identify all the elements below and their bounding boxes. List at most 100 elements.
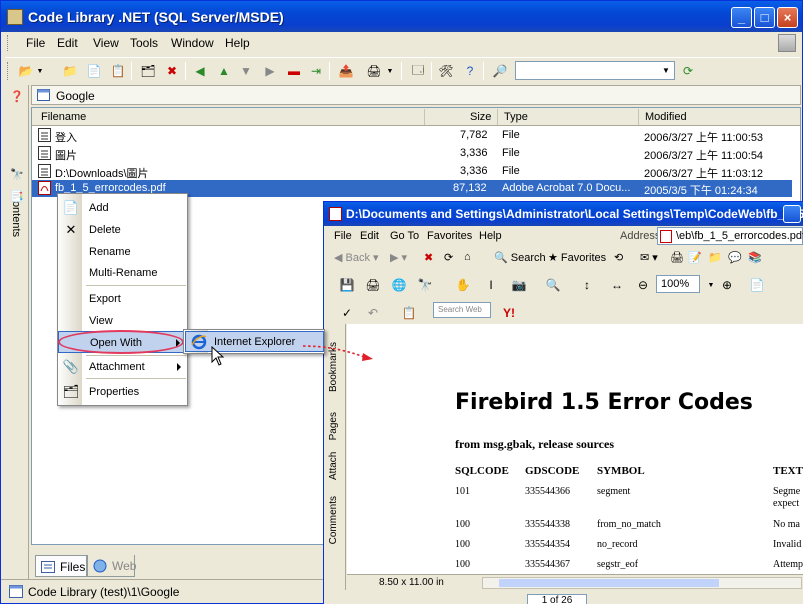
window-icon[interactable]: 🗔	[409, 62, 427, 80]
column-filename[interactable]: Filename	[41, 111, 86, 123]
tools-icon[interactable]: 🛠	[437, 62, 455, 80]
pdf-menu-edit[interactable]: Edit	[360, 230, 379, 242]
column-type[interactable]: Type	[504, 111, 528, 123]
back-button[interactable]: ◀ Back ▾	[334, 251, 379, 264]
binoculars-icon[interactable]: 🔭	[8, 165, 26, 183]
down-icon[interactable]: ▼	[237, 62, 255, 80]
page-indicator[interactable]: 1 of 26	[527, 594, 587, 604]
table-row[interactable]: D:\Downloads\圖片 3,336 File 2006/3/27 上午 …	[32, 163, 792, 180]
menu-tools[interactable]: Tools	[130, 36, 158, 50]
remove-icon[interactable]: ▬	[285, 62, 303, 80]
favorites-button[interactable]: ★ Favorites	[548, 251, 606, 264]
home-icon[interactable]: ⌂	[464, 251, 471, 263]
close-button[interactable]: ×	[777, 7, 798, 28]
menu-view[interactable]: View	[93, 36, 119, 50]
search-page-icon[interactable]: 🔎	[491, 62, 509, 80]
menu-edit[interactable]: Edit	[57, 36, 78, 50]
favorites-icon[interactable]: 📑	[8, 187, 26, 205]
forward-button[interactable]: ▶ ▾	[390, 251, 407, 264]
search-combo[interactable]: ▼	[515, 61, 675, 80]
maximize-button[interactable]: □	[754, 7, 775, 28]
chevron-down-icon[interactable]: ▼	[659, 63, 673, 78]
pdf-menu-favorites[interactable]: Favorites	[427, 230, 472, 242]
location-bar[interactable]: Google	[31, 85, 801, 105]
delete-icon[interactable]: ✖	[163, 62, 181, 80]
move-icon[interactable]: ⇥	[307, 62, 325, 80]
hand-tool-icon[interactable]: ✋	[454, 276, 472, 294]
menu-add[interactable]: 📄 Add	[58, 197, 187, 219]
undo-icon[interactable]: ↶	[364, 304, 382, 322]
horizontal-scrollbar[interactable]	[482, 577, 802, 589]
snapshot-icon[interactable]: 📷	[510, 276, 528, 294]
tab-files[interactable]: Files	[35, 555, 87, 577]
edit-icon[interactable]: 📝	[688, 251, 702, 264]
help-icon[interactable]: ?	[461, 62, 479, 80]
menu-view[interactable]: View	[58, 310, 187, 332]
pdf-menu-file[interactable]: File	[334, 230, 352, 242]
copy-icon[interactable]: 📋	[400, 304, 418, 322]
page-icon[interactable]: 📄	[85, 62, 103, 80]
rotate-icon[interactable]: 📄	[748, 276, 766, 294]
go-icon[interactable]: ⟳	[679, 62, 697, 80]
table-row[interactable]: 登入 7,782 File 2006/3/27 上午 11:00:53	[32, 127, 792, 144]
menu-rename[interactable]: Rename	[58, 241, 187, 263]
new-item-icon[interactable]: 🗂	[139, 62, 157, 80]
pdf-title-bar[interactable]: D:\Documents and Settings\Administrator\…	[324, 202, 803, 226]
mail-icon[interactable]: ✉ ▾	[640, 251, 658, 264]
copy-icon[interactable]: 📋	[109, 62, 127, 80]
back-icon[interactable]: ◀	[191, 62, 209, 80]
tab-attachments[interactable]: Attachments	[328, 452, 339, 480]
yahoo-icon[interactable]: Y!	[500, 304, 518, 322]
new-folder-icon[interactable]: 📁	[61, 62, 79, 80]
menu-help[interactable]: Help	[225, 36, 250, 50]
print-icon[interactable]: 🖨	[364, 276, 382, 294]
column-size[interactable]: Size	[470, 111, 491, 123]
minimize-button[interactable]: _	[731, 7, 752, 28]
menu-properties[interactable]: 🗂 Properties	[58, 381, 187, 403]
column-divider[interactable]	[638, 109, 639, 125]
forward-icon[interactable]: ▶	[261, 62, 279, 80]
export-icon[interactable]: 📤	[337, 62, 355, 80]
open-icon[interactable]: 📂	[17, 62, 35, 80]
folder-icon[interactable]: 📁	[708, 251, 722, 264]
pdf-menu-goto[interactable]: Go To	[390, 230, 419, 242]
save-icon[interactable]: 💾	[338, 276, 356, 294]
menubar-grip[interactable]	[7, 35, 10, 51]
refresh-icon[interactable]: ⟳	[444, 251, 453, 264]
menu-delete[interactable]: ✕ Delete	[58, 219, 187, 241]
up-icon[interactable]: ▲	[215, 62, 233, 80]
stop-icon[interactable]: ✖	[424, 251, 433, 264]
column-divider[interactable]	[424, 109, 425, 125]
search-web-input[interactable]: Search Web	[433, 302, 491, 318]
tab-pages[interactable]: Pages	[328, 412, 339, 440]
find-icon[interactable]: 🔭	[416, 276, 434, 294]
spellcheck-icon[interactable]: ✓	[338, 304, 356, 322]
search-button[interactable]: 🔍 Search	[494, 251, 546, 264]
menu-export[interactable]: Export	[58, 288, 187, 310]
menu-attachment[interactable]: 📎 Attachment	[58, 356, 187, 378]
zoom-in-icon[interactable]: 🔍	[544, 276, 562, 294]
pdf-page[interactable]: Firebird 1.5 Error Codes from msg.gbak, …	[347, 324, 803, 574]
scrollbar-thumb[interactable]	[499, 579, 719, 587]
pdf-minimize-button[interactable]	[783, 205, 801, 223]
mdi-control-icon[interactable]	[778, 34, 796, 52]
menu-window[interactable]: Window	[171, 36, 214, 50]
zoom-out-icon[interactable]: ⊖	[634, 276, 652, 294]
address-input[interactable]: \eb\fb_1_5_errorcodes.pdf	[657, 227, 803, 245]
research-icon[interactable]: 📚	[748, 251, 762, 264]
email-icon[interactable]: 🌐	[390, 276, 408, 294]
column-modified[interactable]: Modified	[645, 111, 687, 123]
fit-page-icon[interactable]: ↕	[578, 276, 596, 294]
pdf-menu-help[interactable]: Help	[479, 230, 502, 242]
zoom-field[interactable]: 100%	[656, 275, 700, 293]
tab-comments[interactable]: Comments	[328, 496, 339, 544]
title-bar[interactable]: Code Library .NET (SQL Server/MSDE) _ □ …	[1, 1, 802, 32]
messenger-icon[interactable]: 💬	[728, 251, 742, 264]
table-row[interactable]: 圖片 3,336 File 2006/3/27 上午 11:00:54	[32, 145, 792, 162]
fit-width-icon[interactable]: ↔	[608, 276, 626, 294]
column-divider[interactable]	[497, 109, 498, 125]
open-dropdown-icon[interactable]: ▼	[35, 62, 45, 80]
zoom-plus-icon[interactable]: ⊕	[718, 276, 736, 294]
print-icon[interactable]: 🖨	[365, 62, 383, 80]
contents-icon[interactable]: ❓	[8, 87, 26, 105]
